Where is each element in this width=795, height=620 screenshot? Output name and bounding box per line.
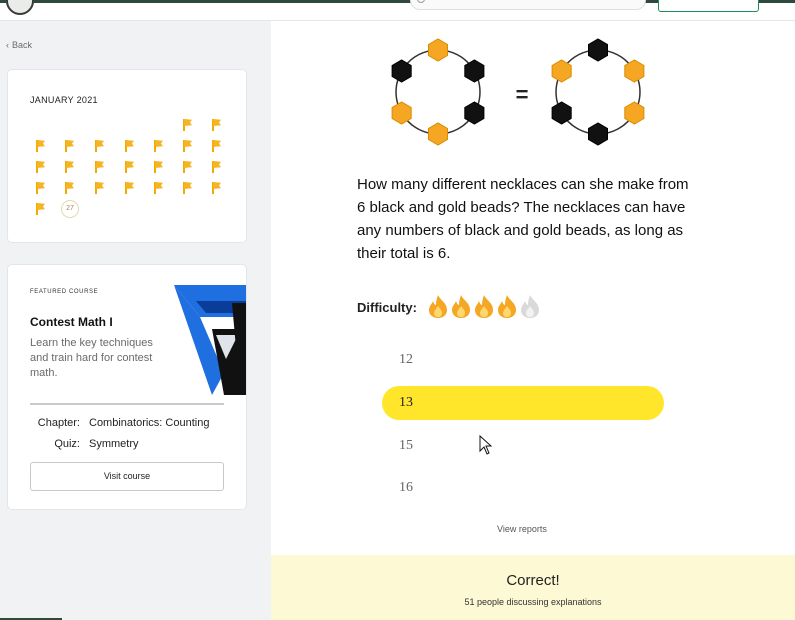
streak-flag-icon xyxy=(94,139,106,152)
streak-flag-icon xyxy=(182,118,194,131)
discussion-link[interactable]: 51 people discussing explanations xyxy=(271,597,795,607)
streak-flag-icon xyxy=(153,139,165,152)
back-link[interactable]: ‹ Back xyxy=(6,40,32,50)
streak-flag-icon xyxy=(64,160,76,173)
flame-icon-filled xyxy=(498,295,516,318)
streak-flag-icon xyxy=(35,181,47,194)
result-banner: Correct! 51 people discussing explanatio… xyxy=(271,555,795,620)
flame-icon-filled xyxy=(452,295,470,318)
streak-flag-icon xyxy=(153,181,165,194)
view-reports-link[interactable]: View reports xyxy=(497,524,547,534)
equals-sign: = xyxy=(516,82,529,107)
black-bead xyxy=(391,59,412,83)
course-divider xyxy=(30,403,224,405)
black-bead xyxy=(551,101,572,125)
problem-panel: = How many different necklaces can she m… xyxy=(271,21,795,620)
streak-flag-icon xyxy=(35,160,47,173)
back-label: Back xyxy=(12,40,33,50)
streak-flag-icon xyxy=(211,181,223,194)
answer-option-15[interactable]: 15 xyxy=(382,429,664,463)
mouse-cursor-icon xyxy=(479,435,493,455)
streak-flag-icon xyxy=(64,181,76,194)
necklace-illustration: = xyxy=(391,38,645,146)
streak-flag-icon xyxy=(182,139,194,152)
current-day-circle: 27 xyxy=(61,200,79,218)
answer-option-12[interactable]: 12 xyxy=(382,343,664,377)
gold-bead xyxy=(624,101,645,125)
streak-calendar-card: JANUARY 2021 27 xyxy=(7,69,247,243)
chapter-label: Chapter: xyxy=(37,417,80,429)
streak-flag-icon xyxy=(35,139,47,152)
streak-flag-icon xyxy=(211,118,223,131)
visit-course-button[interactable]: Visit course xyxy=(30,462,224,491)
gold-bead xyxy=(551,59,572,83)
chapter-value[interactable]: Combinatorics: Counting xyxy=(89,417,209,429)
difficulty-flames xyxy=(429,295,539,318)
result-title: Correct! xyxy=(506,572,560,589)
streak-flag-icon xyxy=(182,160,194,173)
gold-bead xyxy=(391,101,412,125)
black-bead xyxy=(464,59,485,83)
course-title[interactable]: Contest Math I xyxy=(30,315,113,329)
streak-flag-icon xyxy=(211,139,223,152)
streak-flag-icon xyxy=(124,160,136,173)
streak-flag-icon xyxy=(182,181,194,194)
search-bar[interactable] xyxy=(410,0,646,10)
streak-flag-icon xyxy=(124,181,136,194)
chevron-left-icon: ‹ xyxy=(6,40,9,50)
header-button[interactable] xyxy=(658,0,759,12)
featured-course-label: FEATURED COURSE xyxy=(30,289,99,295)
search-icon xyxy=(417,0,425,3)
streak-flag-icon xyxy=(94,160,106,173)
answer-option-16[interactable]: 16 xyxy=(382,471,664,505)
streak-flag-icon xyxy=(35,202,47,215)
black-bead xyxy=(464,101,485,125)
black-bead xyxy=(588,122,608,146)
flame-icon-empty xyxy=(521,295,539,318)
difficulty-label: Difficulty: xyxy=(357,300,417,315)
featured-course-card: FEATURED COURSE Contest Math I Learn the… xyxy=(7,264,247,510)
question-text: How many different necklaces can she mak… xyxy=(357,176,689,262)
gold-bead xyxy=(428,38,448,62)
answer-option-13[interactable]: 13 xyxy=(382,386,664,420)
flame-icon-filled xyxy=(429,295,447,318)
gold-bead xyxy=(624,59,645,83)
streak-flag-icon xyxy=(211,160,223,173)
course-description: Learn the key techniques and train hard … xyxy=(30,337,153,379)
streak-flag-icon xyxy=(64,139,76,152)
brilliant-logo-icon[interactable] xyxy=(6,0,34,15)
black-bead xyxy=(588,38,608,62)
top-header xyxy=(0,0,795,21)
gold-bead xyxy=(428,122,448,146)
flame-icon-filled xyxy=(475,295,493,318)
quiz-value[interactable]: Symmetry xyxy=(89,438,139,450)
streak-flag-icon xyxy=(94,181,106,194)
streak-flag-icon xyxy=(153,160,165,173)
calendar-month-title: JANUARY 2021 xyxy=(30,95,98,105)
impossible-triangle-icon[interactable] xyxy=(166,273,247,397)
streak-flag-icon xyxy=(124,139,136,152)
quiz-label: Quiz: xyxy=(54,438,80,450)
